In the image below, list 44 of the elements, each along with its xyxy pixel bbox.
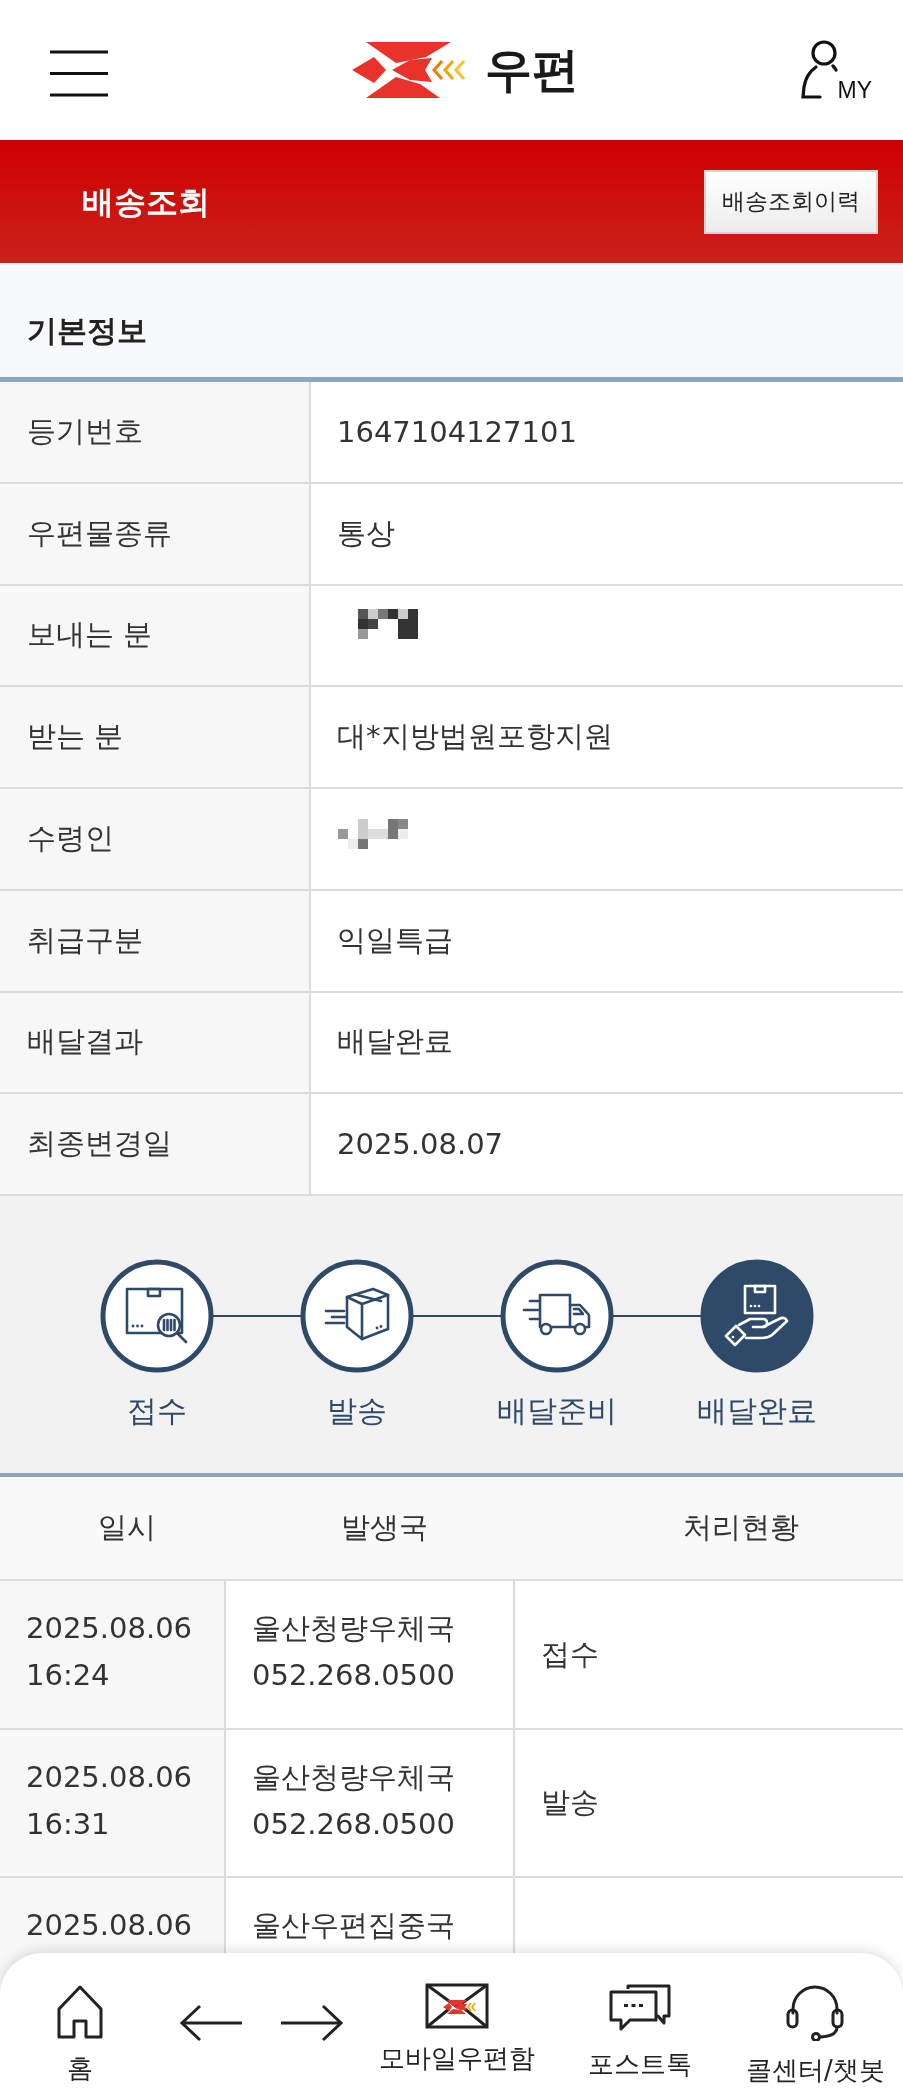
logo-link[interactable]: 우편 xyxy=(351,41,579,99)
field-value: 2025.08.07 xyxy=(336,1126,505,1164)
envelope-icon xyxy=(425,1983,489,2029)
field-label: 취급구분 xyxy=(0,890,311,991)
step-label: 발송 xyxy=(327,1392,387,1430)
my-page-button[interactable]: MY xyxy=(799,39,872,101)
table-cell-text: 발송 xyxy=(540,1784,600,1822)
field-label: 우편물종류 xyxy=(0,483,311,584)
field-value: 배달완료 xyxy=(336,1023,454,1061)
pixelated-redaction-icon xyxy=(358,609,418,640)
field-label: 배달결과 xyxy=(0,992,311,1093)
table-cell: 2025.08.06 16:24 xyxy=(0,1581,226,1728)
call-center-button[interactable]: 콜센터/챗봇 xyxy=(746,1983,885,2087)
pixelated-redaction-icon xyxy=(338,818,408,849)
table-cell-text: 접수 xyxy=(540,1635,600,1673)
table-cell: 울산청량우체국 052.268.0500 xyxy=(226,1729,515,1876)
menu-button[interactable] xyxy=(50,49,108,97)
page-title: 배송조회 xyxy=(82,181,210,223)
menu-icon xyxy=(50,49,108,97)
person-icon xyxy=(799,39,838,101)
chat-button[interactable]: 포스트톡 xyxy=(588,1983,692,2081)
field-value: 익일특급 xyxy=(336,921,454,959)
field-label: 최종변경일 xyxy=(0,1094,311,1194)
forward-button[interactable] xyxy=(280,2003,344,2043)
step-label: 배달준비 xyxy=(497,1392,617,1430)
headset-icon xyxy=(785,1983,846,2041)
step-label: 배달완료 xyxy=(697,1392,817,1430)
field-label: 수령인 xyxy=(0,789,311,889)
column-header: 발생국 xyxy=(340,1509,429,1546)
field-label: 보내는 분 xyxy=(0,585,311,686)
field-label: 받는 분 xyxy=(0,687,311,787)
table-cell: 울산청량우체국 052.268.0500 xyxy=(226,1581,515,1728)
tracking-history-button[interactable]: 배송조회이력 xyxy=(704,169,878,234)
back-button[interactable] xyxy=(179,2003,243,2043)
section-title: 기본정보 xyxy=(0,263,903,382)
field-value: 대*지방법원포항지원 xyxy=(336,718,614,756)
step-label: 접수 xyxy=(127,1392,187,1430)
field-value: 통상 xyxy=(336,514,396,552)
column-header: 일시 xyxy=(97,1509,157,1546)
home-icon xyxy=(55,1983,105,2039)
field-value: 1647104127101 xyxy=(336,413,578,451)
table-cell: 2025.08.06 16:31 xyxy=(0,1729,226,1876)
field-label: 등기번호 xyxy=(0,382,311,482)
column-header: 처리현황 xyxy=(682,1509,800,1546)
